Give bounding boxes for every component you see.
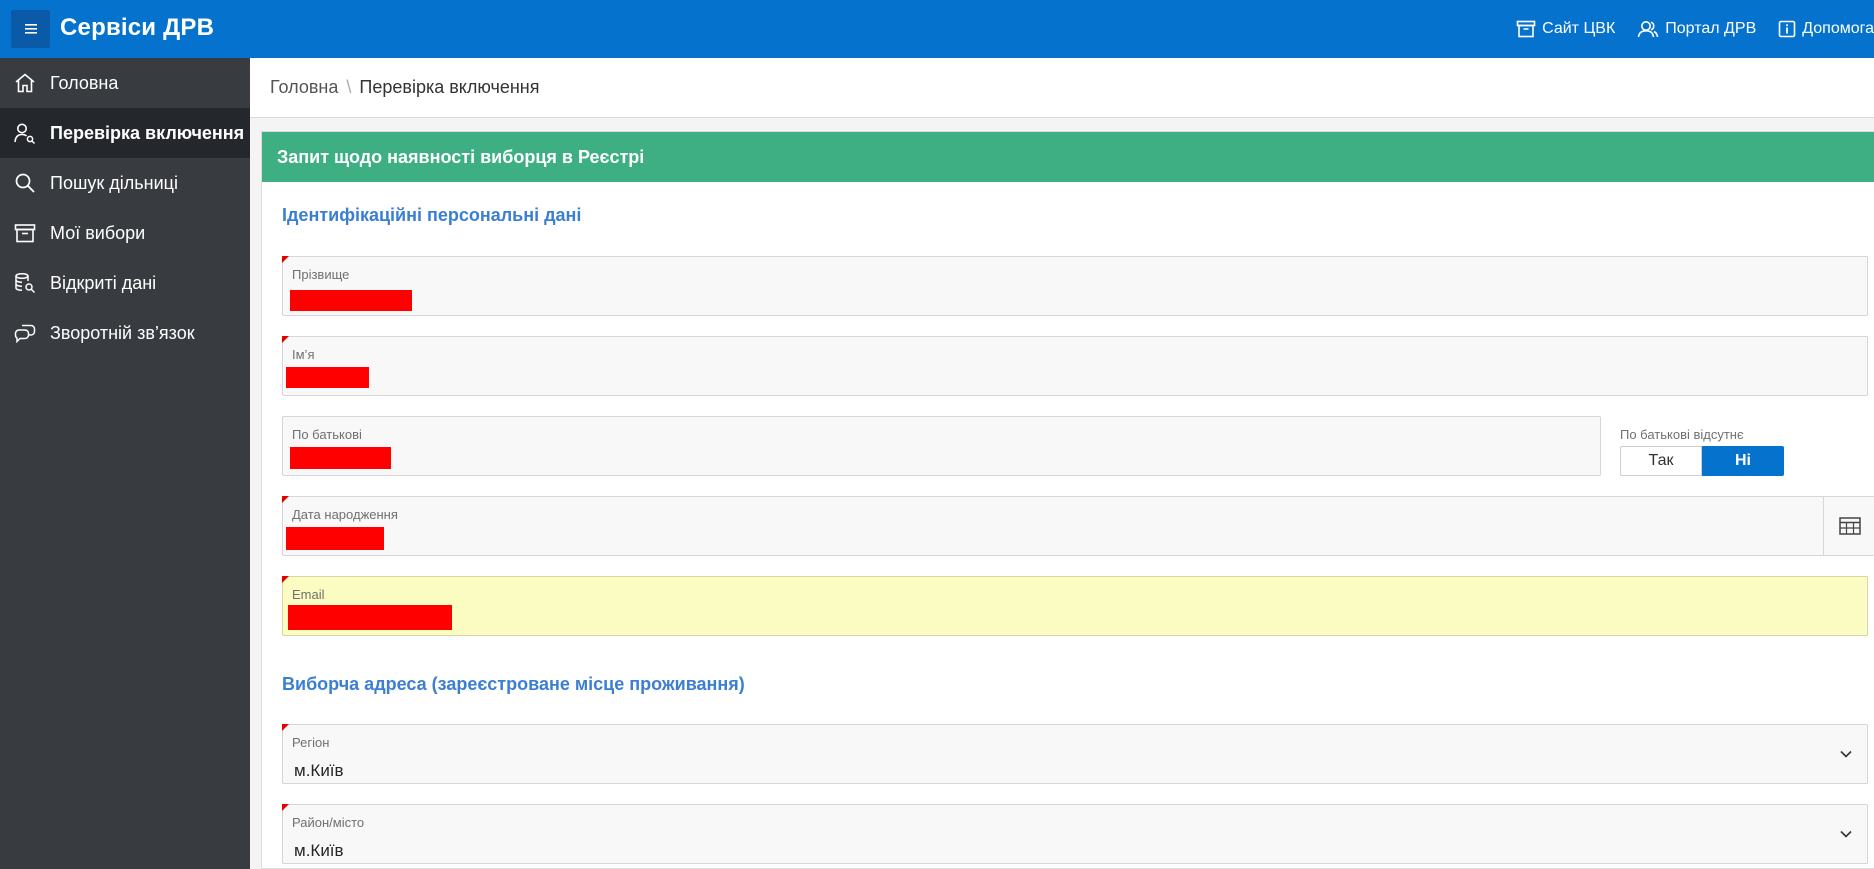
sidebar: Головна Перевірка включення Пошук дільни…: [0, 58, 250, 869]
no-patronymic-toggle: Так Ні: [1620, 446, 1784, 476]
home-icon: [15, 73, 35, 93]
voter-query-region: Запит щодо наявності виборця в Реєстрі І…: [261, 131, 1874, 869]
birthdate-label: Дата народження: [292, 507, 398, 522]
redacted-birthdate: [286, 527, 384, 550]
required-marker: [282, 804, 289, 811]
surname-field[interactable]: Прізвище: [282, 256, 1868, 316]
search-icon: [15, 173, 35, 193]
toggle-no-button[interactable]: Ні: [1702, 446, 1784, 476]
required-marker: [282, 724, 289, 731]
user-search-icon: [14, 123, 36, 144]
sidebar-item-open-data[interactable]: Відкриті дані: [0, 258, 250, 308]
required-marker: [282, 496, 289, 503]
name-label: Ім’я: [292, 347, 315, 362]
sidebar-item-label: Відкриті дані: [50, 272, 157, 293]
calendar-button[interactable]: [1823, 497, 1874, 555]
nav-link-help-label: Допомога: [1802, 20, 1874, 37]
nav-link-help[interactable]: Допомога: [1778, 20, 1874, 38]
sidebar-item-label: Мої вибори: [50, 222, 146, 243]
header-nav: Сайт ЦВК Портал ДРВ Допомога: [1494, 0, 1874, 58]
redacted-name: [286, 367, 369, 388]
chat-bubbles-icon: [14, 324, 36, 344]
archive-icon: [14, 224, 36, 243]
section-title-personal: Ідентифікаційні персональні дані: [282, 205, 582, 225]
menu-toggle-button[interactable]: [11, 10, 50, 48]
breadcrumb: Головна \ Перевірка включення: [250, 58, 1874, 118]
chevron-down-icon: [1840, 830, 1852, 838]
sidebar-item-label: Зворотній зв’язок: [50, 322, 195, 343]
sidebar-item-home[interactable]: Головна: [0, 58, 250, 108]
toggle-yes-button[interactable]: Так: [1620, 446, 1702, 476]
email-field[interactable]: Email: [282, 576, 1868, 636]
district-value: м.Київ: [294, 841, 344, 860]
section-title-address: Виборча адреса (зареєстроване місце прож…: [282, 674, 745, 694]
required-marker: [282, 336, 289, 343]
nav-link-portal[interactable]: Портал ДРВ: [1637, 20, 1756, 38]
patronymic-label: По батькові: [292, 427, 362, 442]
nav-link-cvk-label: Сайт ЦВК: [1542, 20, 1616, 37]
breadcrumb-separator: \: [346, 77, 352, 97]
surname-label: Прізвище: [292, 267, 350, 282]
users-icon: [1637, 21, 1659, 38]
district-select[interactable]: Район/місто м.Київ: [282, 804, 1868, 864]
patronymic-field[interactable]: По батькові: [282, 416, 1601, 476]
required-marker: [282, 576, 289, 583]
sidebar-item-label: Перевірка включення: [50, 122, 245, 143]
sidebar-item-my-elections[interactable]: Мої вибори: [0, 208, 250, 258]
redacted-patronymic: [290, 447, 391, 469]
email-label: Email: [292, 587, 325, 602]
breadcrumb-home-link[interactable]: Головна: [270, 77, 338, 98]
redacted-email: [288, 605, 452, 630]
region-select[interactable]: Регіон м.Київ: [282, 724, 1868, 784]
region-value: м.Київ: [294, 761, 344, 780]
district-label: Район/місто: [292, 815, 365, 830]
app-title[interactable]: Сервіси ДРВ: [60, 14, 214, 42]
chevron-down-icon: [1840, 750, 1852, 758]
sidebar-item-label: Пошук дільниці: [50, 172, 178, 193]
hamburger-icon: [24, 24, 37, 34]
required-marker: [282, 256, 289, 263]
top-header: Сервіси ДРВ Сайт ЦВК Портал ДРВ Допомога: [0, 0, 1874, 58]
sidebar-item-find-station[interactable]: Пошук дільниці: [0, 158, 250, 208]
archive-box-icon: [1516, 20, 1536, 38]
info-icon: [1778, 20, 1796, 38]
sidebar-item-check-inclusion[interactable]: Перевірка включення: [0, 108, 250, 158]
region-title: Запит щодо наявності виборця в Реєстрі: [262, 132, 1874, 182]
birthdate-field[interactable]: Дата народження: [282, 496, 1874, 556]
nav-link-portal-label: Портал ДРВ: [1665, 20, 1757, 37]
redacted-surname: [290, 290, 412, 311]
sidebar-item-feedback[interactable]: Зворотній зв’язок: [0, 308, 250, 358]
database-search-icon: [15, 272, 36, 294]
breadcrumb-current: Перевірка включення: [359, 77, 540, 97]
nav-link-cvk[interactable]: Сайт ЦВК: [1516, 20, 1615, 38]
calendar-icon: [1838, 517, 1861, 535]
region-label: Регіон: [292, 735, 330, 750]
sidebar-item-label: Головна: [50, 72, 119, 93]
name-field[interactable]: Ім’я: [282, 336, 1868, 396]
no-patronymic-label: По батькові відсутнє: [1620, 427, 1744, 442]
